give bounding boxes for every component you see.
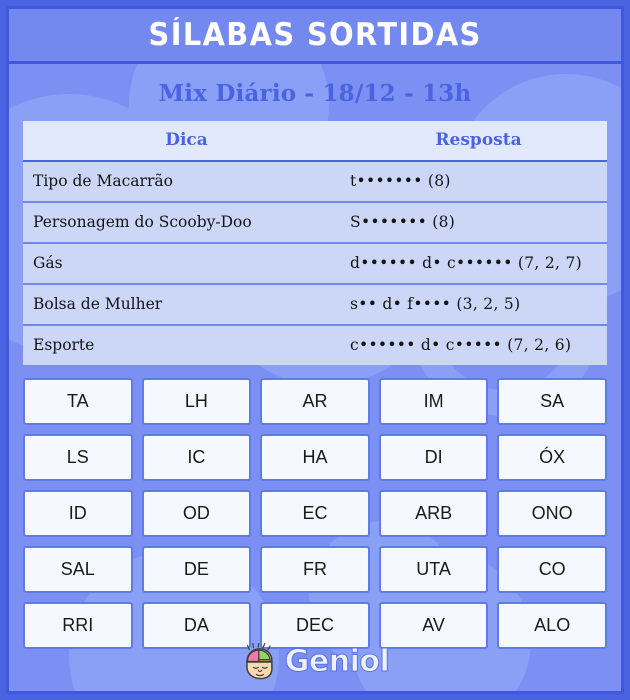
syllable-tile[interactable]: DE [141, 546, 252, 593]
syllable-tile[interactable]: ID [23, 490, 133, 537]
content-area: Mix Diário - 18/12 - 13h Dica Resposta T… [9, 64, 621, 649]
syllable-grid: TA LH AR IM SA LS IC HA DI ÓX ID OD EC ARB ONO SAL DE FR U… [23, 378, 607, 649]
puzzle-body: Mix Diário - 18/12 - 13h Dica Resposta T… [6, 64, 624, 694]
puzzle-subtitle: Mix Diário - 18/12 - 13h [158, 80, 472, 107]
table-row: Esporte c•••••• d• c••••• (7, 2, 6) [23, 325, 607, 365]
table-header-row: Dica Resposta [23, 121, 607, 162]
table-row: Personagem do Scooby-Doo S••••••• (8) [23, 202, 607, 244]
table-row: Gás d•••••• d• c•••••• (7, 2, 7) [23, 243, 607, 285]
syllable-tile[interactable]: IM [378, 378, 489, 425]
syllable-tile[interactable]: UTA [378, 546, 489, 593]
clues-table: Dica Resposta Tipo de Macarrão t••••••• (… [23, 121, 607, 365]
clue-cell: Bolsa de Mulher [23, 284, 351, 326]
syllable-tile[interactable]: FR [260, 546, 370, 593]
syllable-tile[interactable]: SA [497, 378, 607, 425]
syllable-tile[interactable]: DI [378, 434, 489, 481]
syllable-tile[interactable]: AR [260, 378, 370, 425]
answer-cell: t••••••• (8) [350, 161, 607, 203]
syllable-tile[interactable]: OD [141, 490, 252, 537]
title-bar: SÍLABAS SORTIDAS [6, 6, 624, 64]
syllable-tile[interactable]: ÓX [497, 434, 607, 481]
clues-table-head: Dica Resposta [23, 121, 607, 162]
syllable-tile[interactable]: TA [23, 378, 133, 425]
puzzle-page: SÍLABAS SORTIDAS Mix Diário - 18/12 - 13… [0, 0, 630, 700]
clues-table-body: Tipo de Macarrão t••••••• (8) Personagem d… [23, 161, 607, 365]
syllable-tile[interactable]: ARB [378, 490, 489, 537]
answer-cell: c•••••• d• c••••• (7, 2, 6) [350, 325, 607, 365]
clue-cell: Tipo de Macarrão [23, 161, 351, 203]
table-row: Tipo de Macarrão t••••••• (8) [23, 161, 607, 203]
syllable-tile[interactable]: AV [378, 602, 489, 649]
syllable-tile[interactable]: LS [23, 434, 133, 481]
column-header-answer: Resposta [350, 121, 607, 162]
brain-head-icon [245, 643, 273, 680]
page-title: SÍLABAS SORTIDAS [148, 17, 482, 53]
syllable-tile[interactable]: ONO [497, 490, 607, 537]
syllable-tile[interactable]: LH [141, 378, 252, 425]
clue-cell: Esporte [23, 325, 351, 365]
syllable-tile[interactable]: ALO [497, 602, 607, 649]
syllable-tile[interactable]: SAL [23, 546, 133, 593]
answer-cell: s•• d• f•••• (3, 2, 5) [350, 284, 607, 326]
syllable-tile[interactable]: EC [260, 490, 370, 537]
answer-cell: d•••••• d• c•••••• (7, 2, 7) [350, 243, 607, 285]
syllable-tile[interactable]: DEC [260, 602, 370, 649]
syllable-tile[interactable]: DA [141, 602, 252, 649]
footer-brand: Geniol [9, 643, 621, 681]
syllable-tile[interactable]: RRI [23, 602, 133, 649]
column-header-clue: Dica [23, 121, 351, 162]
syllable-tile[interactable]: IC [141, 434, 252, 481]
answer-cell: S••••••• (8) [350, 202, 607, 244]
brand-wordmark: Geniol [284, 644, 390, 679]
syllable-tile[interactable]: HA [260, 434, 370, 481]
clue-cell: Personagem do Scooby-Doo [23, 202, 351, 244]
table-row: Bolsa de Mulher s•• d• f•••• (3, 2, 5) [23, 284, 607, 326]
clue-cell: Gás [23, 243, 351, 285]
syllable-tile[interactable]: CO [497, 546, 607, 593]
